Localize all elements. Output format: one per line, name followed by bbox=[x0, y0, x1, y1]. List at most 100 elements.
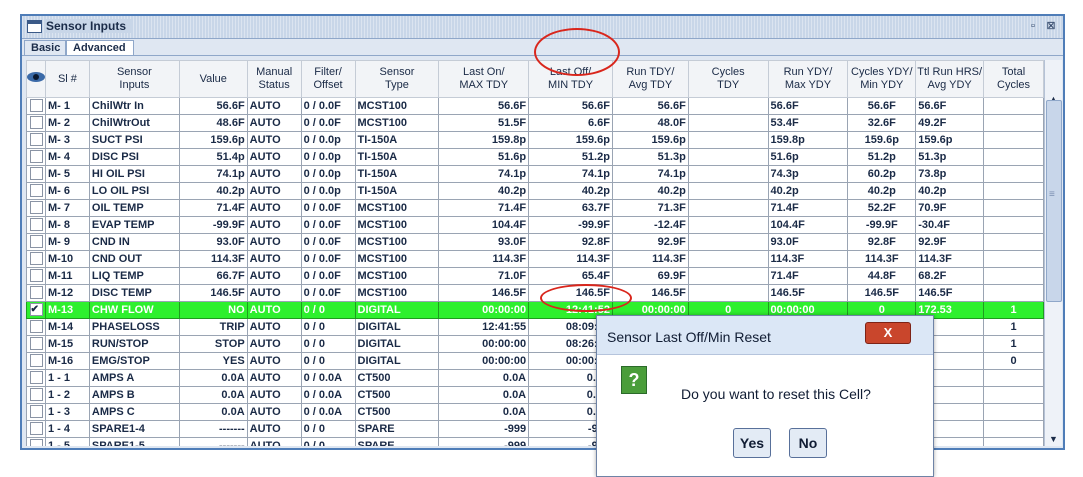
row-checkbox[interactable] bbox=[29, 388, 43, 402]
cell-run_tdy[interactable]: 56.6F bbox=[611, 97, 689, 115]
cell-run_ydy[interactable]: 74.3p bbox=[767, 165, 849, 183]
cell-filter[interactable]: 0 / 0.0p bbox=[300, 131, 356, 149]
cell-last_on[interactable]: 00:00:00 bbox=[438, 352, 530, 370]
row-checkbox[interactable] bbox=[29, 303, 43, 317]
cell-run_tdy[interactable]: 159.6p bbox=[611, 131, 689, 149]
cell-run_tdy[interactable]: 51.3p bbox=[611, 148, 689, 166]
row-checkbox-cell[interactable] bbox=[26, 284, 46, 302]
cell-total[interactable] bbox=[983, 386, 1044, 404]
cell-last_off[interactable]: 114.3F bbox=[528, 250, 613, 268]
cell-filter[interactable]: 0 / 0.0A bbox=[300, 403, 356, 421]
row-checkbox-cell[interactable] bbox=[26, 386, 46, 404]
cell-cycles_ydy[interactable]: 146.5F bbox=[847, 284, 917, 302]
cell-type[interactable]: TI-150A bbox=[354, 165, 440, 183]
cell-cycles_tdy[interactable] bbox=[687, 233, 769, 251]
cell-total[interactable] bbox=[983, 131, 1044, 149]
cell-run_ydy[interactable]: 56.6F bbox=[767, 97, 849, 115]
cell-sl[interactable]: M- 3 bbox=[45, 131, 90, 149]
cell-last_on[interactable]: 0.0A bbox=[438, 403, 530, 421]
cell-last_on[interactable]: 104.4F bbox=[438, 216, 530, 234]
cell-type[interactable]: MCST100 bbox=[354, 114, 440, 132]
table-row[interactable]: M- 8 EVAP TEMP -99.9F AUTO 0 / 0.0F MCST100 10… bbox=[26, 216, 1044, 234]
cell-manual[interactable]: AUTO bbox=[246, 386, 302, 404]
row-checkbox-cell[interactable] bbox=[26, 199, 46, 217]
cell-manual[interactable]: AUTO bbox=[246, 284, 302, 302]
cell-sl[interactable]: M-11 bbox=[45, 267, 90, 285]
row-checkbox[interactable] bbox=[29, 201, 43, 215]
cell-manual[interactable]: AUTO bbox=[246, 165, 302, 183]
cell-run_ydy[interactable]: 40.2p bbox=[767, 182, 849, 200]
row-checkbox[interactable] bbox=[29, 439, 43, 446]
row-checkbox-cell[interactable] bbox=[26, 267, 46, 285]
cell-total[interactable] bbox=[983, 267, 1044, 285]
cell-filter[interactable]: 0 / 0.0F bbox=[300, 216, 356, 234]
cell-value[interactable]: 66.7F bbox=[178, 267, 248, 285]
cell-last_on[interactable]: 146.5F bbox=[438, 284, 530, 302]
cell-cycles_tdy[interactable] bbox=[687, 250, 769, 268]
cell-value[interactable]: 51.4p bbox=[178, 148, 248, 166]
cell-cycles_tdy[interactable] bbox=[687, 148, 769, 166]
cell-value[interactable]: 56.6F bbox=[178, 97, 248, 115]
cell-last_on[interactable]: 71.0F bbox=[438, 267, 530, 285]
row-checkbox-cell[interactable] bbox=[26, 437, 46, 446]
cell-last_on[interactable]: 12:41:55 bbox=[438, 318, 530, 336]
cell-manual[interactable]: AUTO bbox=[246, 301, 302, 319]
cell-filter[interactable]: 0 / 0.0F bbox=[300, 97, 356, 115]
cell-ttl_run[interactable]: 114.3F bbox=[915, 250, 985, 268]
cell-cycles_tdy[interactable] bbox=[687, 284, 769, 302]
row-checkbox-cell[interactable] bbox=[26, 420, 46, 438]
cell-sl[interactable]: M-14 bbox=[45, 318, 90, 336]
cell-manual[interactable]: AUTO bbox=[246, 420, 302, 438]
cell-type[interactable]: CT500 bbox=[354, 386, 440, 404]
cell-filter[interactable]: 0 / 0.0A bbox=[300, 369, 356, 387]
cell-cycles_tdy[interactable] bbox=[687, 216, 769, 234]
cell-cycles_ydy[interactable]: 114.3F bbox=[847, 250, 917, 268]
column-header-check[interactable] bbox=[26, 60, 46, 98]
cell-ttl_run[interactable]: 49.2F bbox=[915, 114, 985, 132]
cell-last_off[interactable]: -99.9F bbox=[528, 216, 613, 234]
cell-filter[interactable]: 0 / 0.0F bbox=[300, 114, 356, 132]
cell-total[interactable] bbox=[983, 233, 1044, 251]
cell-filter[interactable]: 0 / 0 bbox=[300, 352, 356, 370]
cell-last_off[interactable]: 65.4F bbox=[528, 267, 613, 285]
cell-filter[interactable]: 0 / 0.0A bbox=[300, 386, 356, 404]
cell-sl[interactable]: M- 8 bbox=[45, 216, 90, 234]
cell-sl[interactable]: M- 1 bbox=[45, 97, 90, 115]
cell-cycles_ydy[interactable]: 44.8F bbox=[847, 267, 917, 285]
cell-sensor[interactable]: ChilWtr In bbox=[88, 97, 180, 115]
cell-manual[interactable]: AUTO bbox=[246, 335, 302, 353]
row-checkbox-cell[interactable] bbox=[26, 318, 46, 336]
cell-total[interactable]: 1 bbox=[983, 301, 1044, 319]
row-checkbox-cell[interactable] bbox=[26, 233, 46, 251]
row-checkbox-cell[interactable] bbox=[26, 250, 46, 268]
cell-value[interactable]: 0.0A bbox=[178, 386, 248, 404]
cell-total[interactable] bbox=[983, 148, 1044, 166]
row-checkbox-cell[interactable] bbox=[26, 114, 46, 132]
cell-sl[interactable]: M- 7 bbox=[45, 199, 90, 217]
cell-run_ydy[interactable]: 159.8p bbox=[767, 131, 849, 149]
cell-sensor[interactable]: SPARE1-5 bbox=[88, 437, 180, 446]
cell-value[interactable]: ------- bbox=[178, 420, 248, 438]
cell-run_tdy[interactable]: 146.5F bbox=[611, 284, 689, 302]
cell-last_on[interactable]: 40.2p bbox=[438, 182, 530, 200]
cell-sensor[interactable]: CND OUT bbox=[88, 250, 180, 268]
cell-sensor[interactable]: ChilWtrOut bbox=[88, 114, 180, 132]
cell-manual[interactable]: AUTO bbox=[246, 216, 302, 234]
cell-type[interactable]: DIGITAL bbox=[354, 318, 440, 336]
cell-manual[interactable]: AUTO bbox=[246, 199, 302, 217]
cell-filter[interactable]: 0 / 0 bbox=[300, 420, 356, 438]
cell-ttl_run[interactable]: 159.6p bbox=[915, 131, 985, 149]
cell-run_ydy[interactable]: 104.4F bbox=[767, 216, 849, 234]
cell-sl[interactable]: 1 - 1 bbox=[45, 369, 90, 387]
cell-total[interactable] bbox=[983, 284, 1044, 302]
column-header-value[interactable]: Value bbox=[178, 60, 248, 98]
cell-last_on[interactable]: 114.3F bbox=[438, 250, 530, 268]
cell-total[interactable] bbox=[983, 182, 1044, 200]
cell-sl[interactable]: M- 2 bbox=[45, 114, 90, 132]
cell-manual[interactable]: AUTO bbox=[246, 97, 302, 115]
cell-last_on[interactable]: 0.0A bbox=[438, 369, 530, 387]
cell-sl[interactable]: 1 - 4 bbox=[45, 420, 90, 438]
column-header-cycles_ydy[interactable]: Cycles YDY/ Min YDY bbox=[847, 60, 917, 98]
row-checkbox[interactable] bbox=[29, 99, 43, 113]
cell-type[interactable]: MCST100 bbox=[354, 284, 440, 302]
